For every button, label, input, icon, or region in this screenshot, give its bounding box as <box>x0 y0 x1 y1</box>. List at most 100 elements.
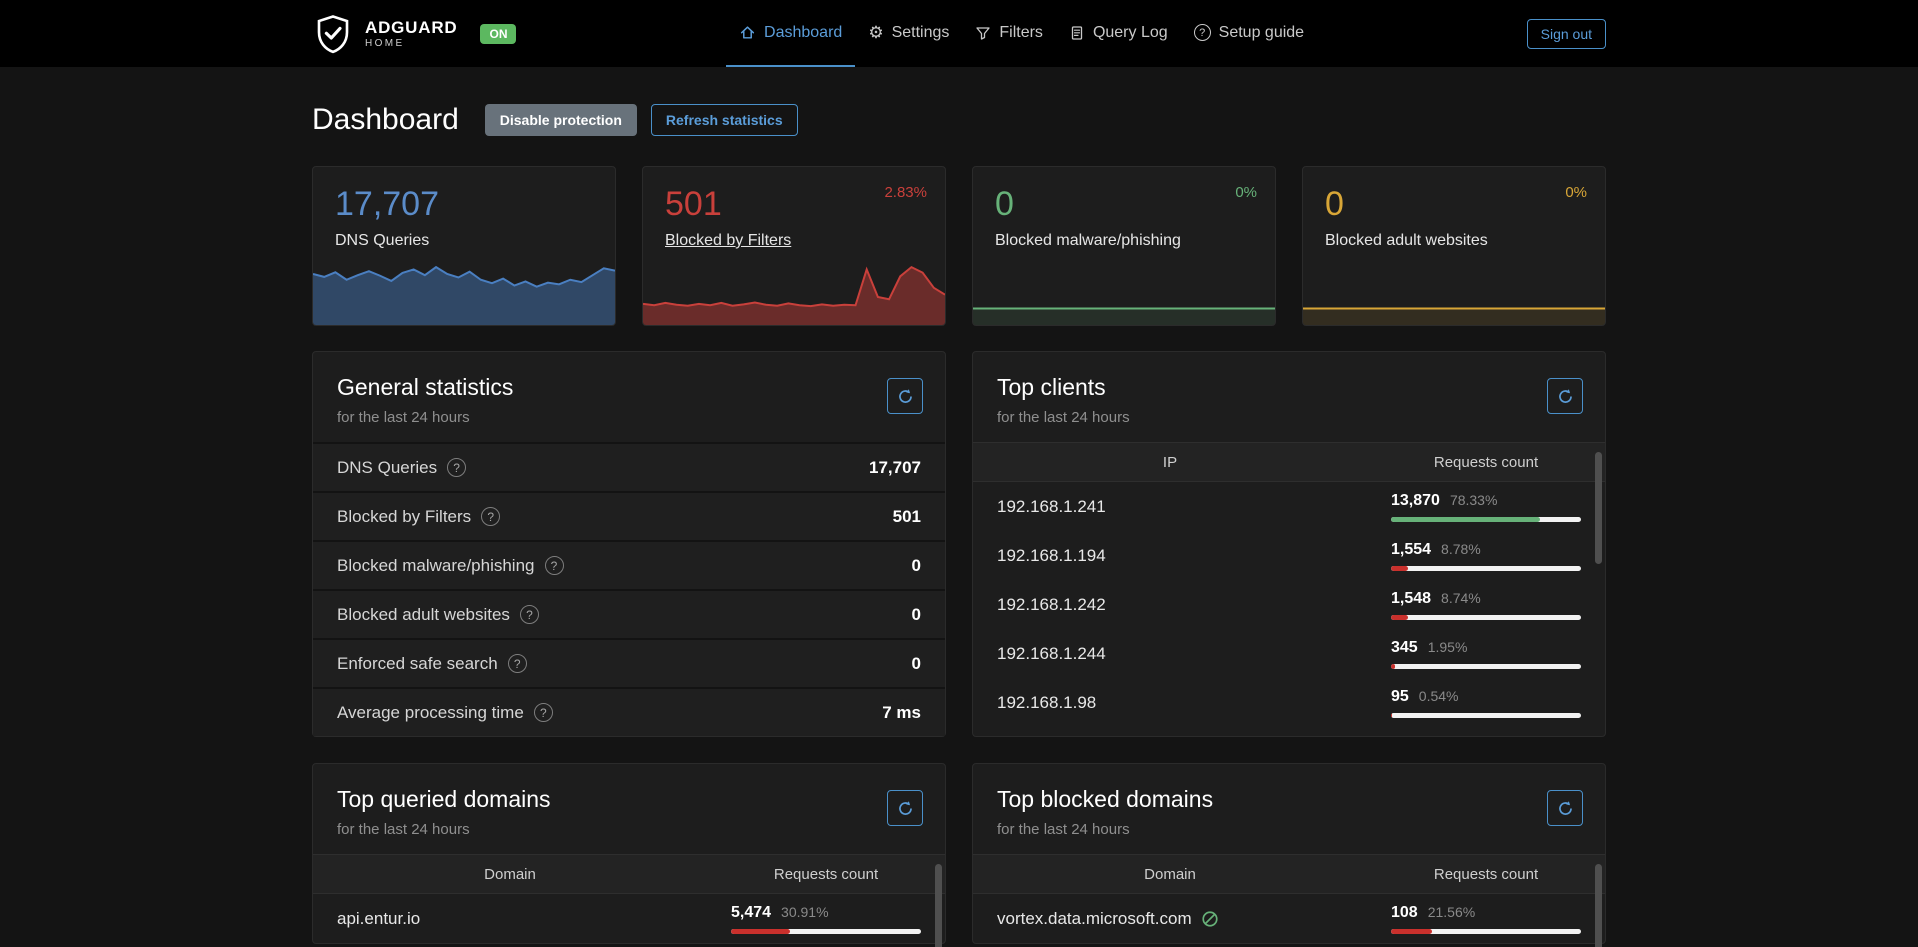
stat-row: Blocked by Filters? 501 <box>313 491 945 540</box>
progress-bar <box>1391 713 1581 718</box>
stat-row: Blocked malware/phishing? 0 <box>313 540 945 589</box>
refresh-card-button[interactable] <box>887 378 923 414</box>
top-blocked-domains-table: vortex.data.microsoft.com 108 21.56% <box>973 894 1605 943</box>
page-header: Dashboard Disable protection Refresh sta… <box>312 103 1606 136</box>
help-icon[interactable]: ? <box>481 507 500 526</box>
gear-icon: ⚙ <box>868 24 883 41</box>
requests-percent: 78.33% <box>1450 492 1497 508</box>
client-ip: 192.168.1.194 <box>997 546 1391 566</box>
stat-percent: 0% <box>1565 184 1587 201</box>
requests-percent: 1.95% <box>1428 639 1468 655</box>
requests-count: 108 <box>1391 904 1418 922</box>
help-icon[interactable]: ? <box>447 458 466 477</box>
brand-logo[interactable]: ADGUARD HOME ON <box>312 13 516 55</box>
nav-label: Filters <box>999 24 1043 42</box>
stat-row: Blocked adult websites? 0 <box>313 589 945 638</box>
scrollbar-thumb[interactable] <box>935 864 942 947</box>
card-subtitle: for the last 24 hours <box>997 409 1581 426</box>
column-header-domain: Domain <box>973 866 1367 883</box>
stat-label-link[interactable]: Blocked by Filters <box>643 221 791 250</box>
nav-item-settings[interactable]: ⚙ Settings <box>855 0 962 67</box>
requests-count: 1,548 <box>1391 590 1431 608</box>
disable-protection-button[interactable]: Disable protection <box>485 104 637 136</box>
card-subtitle: for the last 24 hours <box>337 409 921 426</box>
help-icon[interactable]: ? <box>534 703 553 722</box>
requests-count: 13,870 <box>1391 492 1440 510</box>
column-header-ip: IP <box>973 454 1367 471</box>
funnel-icon <box>975 25 991 41</box>
progress-bar <box>1391 664 1581 669</box>
table-row: 192.168.1.242 1,548 8.74% <box>973 580 1605 629</box>
stat-label: Blocked malware/phishing <box>973 221 1275 250</box>
progress-bar <box>1391 566 1581 571</box>
general-statistics-table: DNS Queries? 17,707 Blocked by Filters? … <box>313 442 945 736</box>
stat-label: DNS Queries <box>313 221 615 250</box>
question-circle-icon: ? <box>1194 24 1211 41</box>
progress-bar <box>1391 517 1581 522</box>
requests-percent: 21.56% <box>1428 904 1475 920</box>
scrollbar-thumb[interactable] <box>1595 452 1602 564</box>
help-icon[interactable]: ? <box>520 605 539 624</box>
requests-count: 95 <box>1391 688 1409 706</box>
column-header-domain: Domain <box>313 866 707 883</box>
nav-item-dashboard[interactable]: Dashboard <box>726 0 855 67</box>
stat-card-dns-queries: 17,707 DNS Queries <box>312 166 616 326</box>
nav-label: Setup guide <box>1219 24 1304 42</box>
stat-row-value: 0 <box>912 654 921 674</box>
scrollbar-thumb[interactable] <box>1595 864 1602 947</box>
stat-value: 0 <box>1303 167 1605 221</box>
stat-row-value: 501 <box>893 507 921 527</box>
refresh-icon <box>897 388 914 405</box>
card-subtitle: for the last 24 hours <box>997 821 1581 838</box>
card-subtitle: for the last 24 hours <box>337 821 921 838</box>
top-queried-domains-card: Top queried domains for the last 24 hour… <box>312 763 946 944</box>
stat-row-value: 0 <box>912 556 921 576</box>
requests-count: 1,554 <box>1391 541 1431 559</box>
top-blocked-domains-card: Top blocked domains for the last 24 hour… <box>972 763 1606 944</box>
refresh-statistics-button[interactable]: Refresh statistics <box>651 104 798 136</box>
main-content: Dashboard Disable protection Refresh sta… <box>312 67 1606 944</box>
unblock-domain-icon[interactable] <box>1201 910 1219 928</box>
requests-percent: 8.74% <box>1441 590 1481 606</box>
column-header-count: Requests count <box>1367 866 1605 883</box>
stat-row-label: Blocked malware/phishing <box>337 556 535 576</box>
sign-out-button[interactable]: Sign out <box>1527 19 1606 49</box>
stat-row: DNS Queries? 17,707 <box>313 442 945 491</box>
table-header: IP Requests count <box>973 442 1605 482</box>
domain-name: api.entur.io <box>337 909 420 929</box>
stat-percent: 2.83% <box>884 184 927 201</box>
client-ip: 192.168.1.98 <box>997 693 1391 713</box>
card-title: Top clients <box>997 374 1581 401</box>
stat-cards-row: 17,707 DNS Queries 2.83% 501 Blocked by … <box>312 166 1606 326</box>
top-queried-domains-table: api.entur.io 5,474 30.91% <box>313 894 945 943</box>
refresh-icon <box>1557 800 1574 817</box>
stat-value: 17,707 <box>313 167 615 221</box>
stat-card-blocked-adult: 0% 0 Blocked adult websites <box>1302 166 1606 326</box>
stat-row-value: 7 ms <box>882 703 921 723</box>
refresh-icon <box>1557 388 1574 405</box>
home-icon <box>739 24 756 41</box>
refresh-card-button[interactable] <box>1547 378 1583 414</box>
brand-name: ADGUARD <box>365 19 457 36</box>
help-icon[interactable]: ? <box>508 654 527 673</box>
nav-item-setup-guide[interactable]: ? Setup guide <box>1181 0 1317 67</box>
shield-check-icon <box>312 13 354 55</box>
help-icon[interactable]: ? <box>545 556 564 575</box>
nav-item-query-log[interactable]: Query Log <box>1056 0 1181 67</box>
navbar: ADGUARD HOME ON Dashboard ⚙ Settings Fil… <box>0 0 1918 67</box>
stat-card-blocked-by-filters: 2.83% 501 Blocked by Filters <box>642 166 946 326</box>
refresh-card-button[interactable] <box>1547 790 1583 826</box>
stat-row-value: 0 <box>912 605 921 625</box>
client-ip: 192.168.1.242 <box>997 595 1391 615</box>
nav-item-filters[interactable]: Filters <box>962 0 1056 67</box>
document-icon <box>1069 25 1085 41</box>
nav-label: Settings <box>892 24 950 42</box>
general-statistics-card: General statistics for the last 24 hours… <box>312 351 946 737</box>
stat-row-label: DNS Queries <box>337 458 437 478</box>
column-header-count: Requests count <box>707 866 945 883</box>
protection-on-badge: ON <box>480 24 516 44</box>
refresh-card-button[interactable] <box>887 790 923 826</box>
card-title: Top blocked domains <box>997 786 1581 813</box>
domain-name: vortex.data.microsoft.com <box>997 909 1192 929</box>
requests-count: 345 <box>1391 639 1418 657</box>
